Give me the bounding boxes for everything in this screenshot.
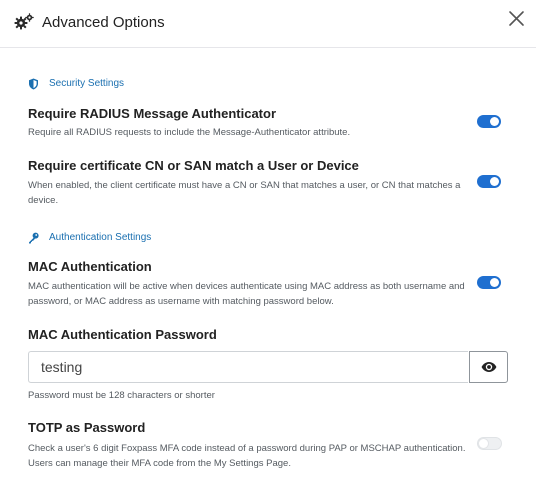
close-icon[interactable] xyxy=(508,10,525,27)
totp-description: Check a user's 6 digit Foxpass MFA code … xyxy=(28,443,466,469)
toggle-knob xyxy=(479,439,488,448)
toggle-knob xyxy=(490,278,499,287)
toggle-knob xyxy=(490,117,499,126)
mac-auth-title: MAC Authentication xyxy=(28,259,152,274)
section-authentication-settings: Authentication Settings xyxy=(28,231,151,245)
eye-icon xyxy=(481,362,496,372)
advanced-options-dialog: Advanced Options Security Settings Requi… xyxy=(0,0,536,484)
totp-toggle[interactable] xyxy=(477,437,502,450)
radius-authenticator-title: Require RADIUS Message Authenticator xyxy=(28,106,277,121)
radius-authenticator-description: Require all RADIUS requests to include t… xyxy=(28,127,351,138)
key-icon xyxy=(29,232,39,244)
mac-password-field-group xyxy=(28,351,508,383)
shield-icon xyxy=(29,78,38,90)
toggle-knob xyxy=(490,177,499,186)
dialog-header: Advanced Options xyxy=(0,0,536,48)
cert-match-toggle[interactable] xyxy=(477,175,501,188)
section-label: Security Settings xyxy=(49,78,125,89)
mac-auth-description: MAC authentication will be active when d… xyxy=(28,281,465,307)
totp-title: TOTP as Password xyxy=(28,420,146,435)
mac-auth-toggle[interactable] xyxy=(477,276,501,289)
mac-password-title: MAC Authentication Password xyxy=(28,327,217,342)
dialog-title: Advanced Options xyxy=(42,14,165,31)
mac-password-input[interactable] xyxy=(28,351,468,383)
cert-match-title: Require certificate CN or SAN match a Us… xyxy=(28,158,359,173)
radius-authenticator-toggle[interactable] xyxy=(477,115,501,128)
section-security-settings: Security Settings xyxy=(28,77,124,91)
cert-match-description: When enabled, the client certificate mus… xyxy=(28,180,461,206)
mac-password-hint: Password must be 128 characters or short… xyxy=(28,390,215,401)
gears-icon xyxy=(14,13,34,30)
section-label: Authentication Settings xyxy=(49,232,152,243)
show-password-button[interactable] xyxy=(469,351,508,383)
